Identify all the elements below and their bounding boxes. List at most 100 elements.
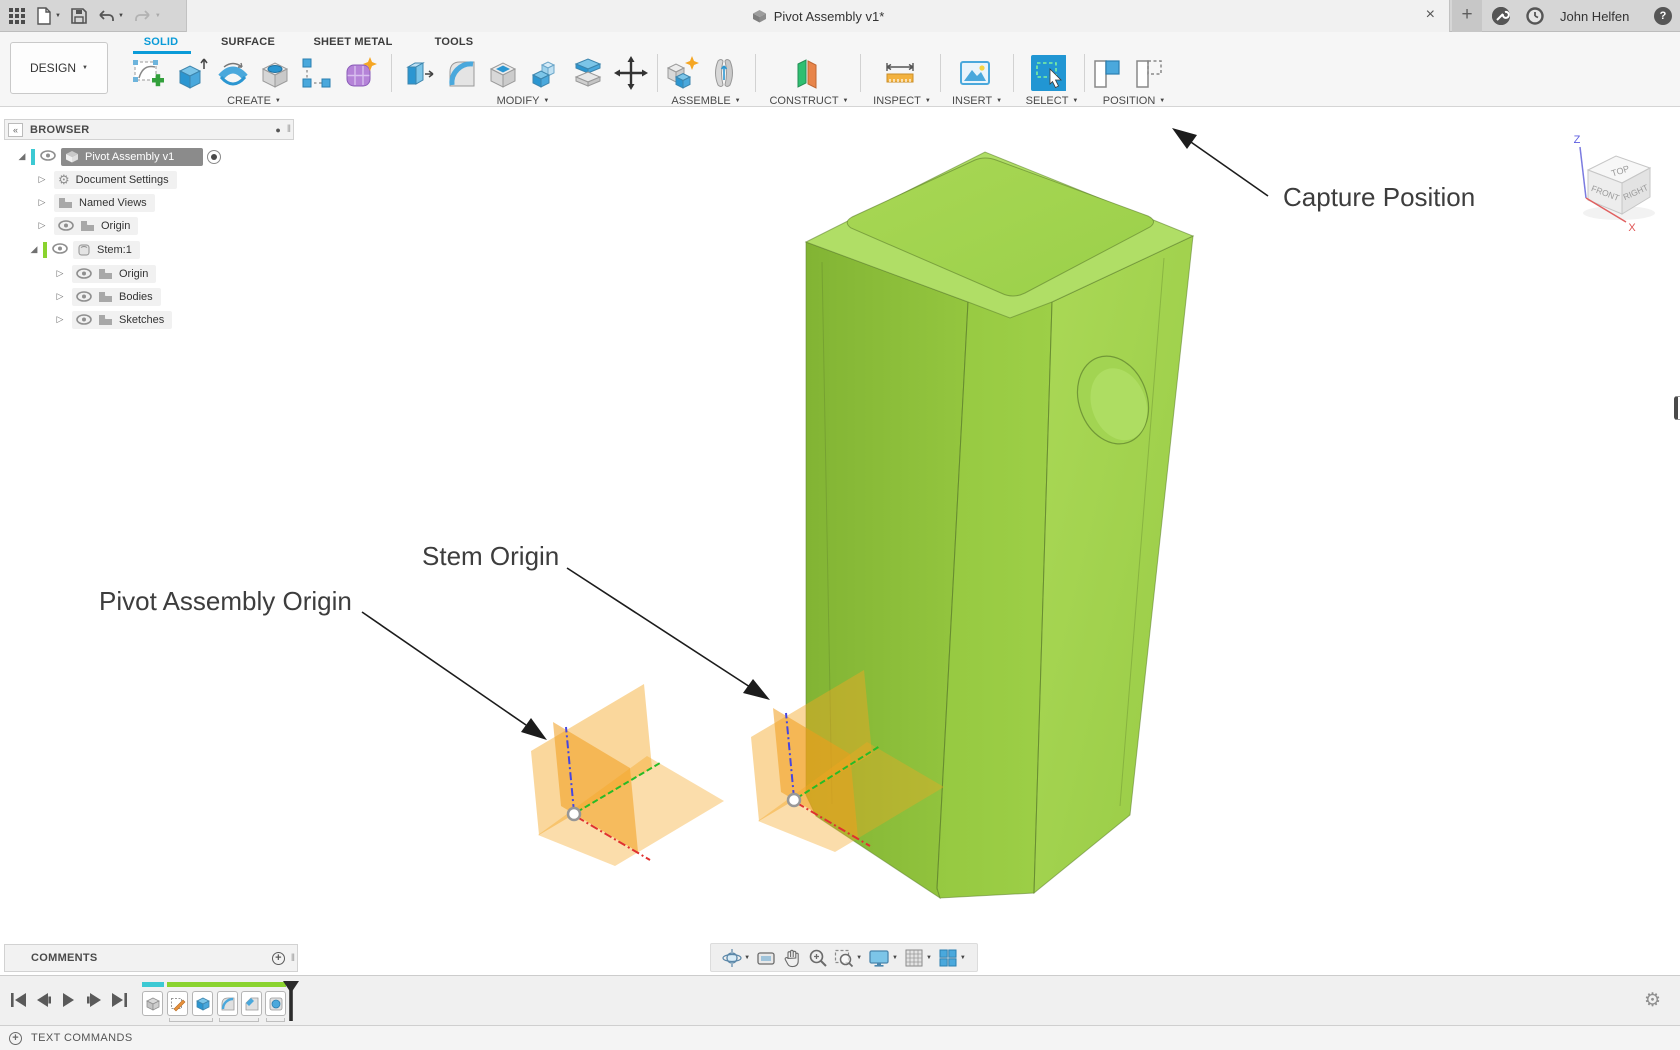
go-to-start-button[interactable] [10, 992, 28, 1008]
timeline-item-extrude[interactable] [192, 991, 213, 1016]
new-component-icon[interactable] [664, 55, 700, 91]
help-icon[interactable]: ? [1654, 7, 1672, 25]
step-back-button[interactable] [35, 992, 53, 1008]
look-at-tool[interactable] [756, 948, 776, 968]
browser-row-sketches[interactable]: ▷ Sketches [54, 310, 172, 329]
new-tab-button[interactable]: + [1452, 0, 1482, 32]
joint-icon[interactable] [706, 55, 742, 91]
insert-image-icon[interactable] [957, 55, 993, 91]
browser-row-stem[interactable]: ◢ Stem:1 [28, 240, 140, 259]
move-icon[interactable] [613, 55, 649, 91]
grid-layout-tool[interactable]: ▼ [904, 948, 932, 968]
expander-closed-icon[interactable]: ▷ [36, 174, 48, 185]
go-to-end-button[interactable] [110, 992, 128, 1008]
redo-button[interactable]: ▼ [134, 9, 161, 23]
construct-plane-icon[interactable] [789, 55, 825, 91]
extrude-icon[interactable] [173, 55, 209, 91]
group-select[interactable]: SELECT ▼ [1026, 95, 1079, 107]
activate-component-radio[interactable] [207, 150, 221, 164]
document-tab[interactable]: Pivot Assembly v1* × [186, 0, 1450, 32]
root-component-chip[interactable]: Pivot Assembly v1 [61, 148, 203, 166]
expander-closed-icon[interactable]: ▷ [54, 291, 66, 302]
split-body-icon[interactable] [570, 55, 606, 91]
timeline-playhead[interactable] [281, 980, 301, 1022]
browser-row-document-settings[interactable]: ▷ ⚙ Document Settings [36, 170, 177, 189]
hole-icon[interactable] [257, 55, 293, 91]
expander-closed-icon[interactable]: ▷ [36, 197, 48, 208]
panel-handle-icon[interactable]: ‖ [291, 953, 295, 964]
notifications-clock-icon[interactable] [1526, 7, 1544, 25]
browser-panel-header[interactable]: « BROWSER ● ‖ [4, 119, 294, 140]
browser-row-stem-origin[interactable]: ▷ Origin [54, 264, 156, 283]
shell-icon[interactable] [485, 55, 521, 91]
expander-closed-icon[interactable]: ▷ [54, 268, 66, 279]
group-insert[interactable]: INSERT ▼ [952, 95, 1002, 107]
select-icon[interactable] [1030, 55, 1066, 91]
group-construct[interactable]: CONSTRUCT ▼ [769, 95, 848, 107]
viewport-canvas[interactable]: TOP FRONT RIGHT Z X [0, 0, 1680, 1050]
tab-surface[interactable]: SURFACE [221, 36, 275, 48]
create-form-icon[interactable] [342, 55, 378, 91]
comments-panel-header[interactable]: COMMENTS + ‖ [4, 944, 298, 972]
group-create[interactable]: CREATE ▼ [227, 95, 281, 107]
revert-position-icon[interactable] [1132, 55, 1168, 91]
file-menu[interactable]: ▼ [36, 7, 61, 25]
pattern-icon[interactable] [299, 55, 335, 91]
visibility-eye-icon[interactable] [76, 291, 92, 302]
expander-open-icon[interactable]: ◢ [16, 151, 28, 162]
timeline-settings-gear-icon[interactable]: ⚙ [1644, 989, 1661, 1012]
user-name[interactable]: John Helfen [1560, 9, 1629, 24]
view-cube[interactable]: TOP FRONT RIGHT Z X [1574, 134, 1655, 234]
panel-dot-icon[interactable]: ● [275, 125, 280, 135]
tab-tools[interactable]: TOOLS [435, 36, 474, 48]
timeline-item-component[interactable] [142, 991, 163, 1016]
browser-row-root[interactable]: ◢ Pivot Assembly v1 [16, 147, 221, 166]
origin-point[interactable] [568, 808, 580, 820]
play-button[interactable] [60, 992, 78, 1008]
expand-text-commands-icon[interactable]: + [9, 1032, 22, 1045]
tab-sheet-metal[interactable]: SHEET METAL [314, 36, 393, 48]
save-icon[interactable] [71, 8, 87, 24]
timeline-item-sketch[interactable] [167, 991, 188, 1016]
browser-row-origin[interactable]: ▷ Origin [36, 216, 138, 235]
visibility-eye-icon[interactable] [76, 268, 92, 279]
timeline-item-chamfer[interactable] [241, 991, 262, 1016]
fillet-icon[interactable] [443, 55, 479, 91]
visibility-eye-icon[interactable] [76, 314, 92, 325]
display-settings-tool[interactable]: ▼ [868, 948, 898, 968]
design-workspace-menu[interactable]: DESIGN ▼ [10, 42, 108, 94]
undo-button[interactable]: ▼ [97, 9, 124, 23]
expander-closed-icon[interactable]: ▷ [36, 220, 48, 231]
viewports-tool[interactable]: ▼ [938, 948, 966, 968]
revolve-icon[interactable] [215, 55, 251, 91]
orbit-tool[interactable]: ▼ [722, 948, 750, 968]
collapse-browser-icon[interactable]: « [8, 123, 23, 137]
zoom-tool[interactable] [808, 948, 828, 968]
add-comment-icon[interactable]: + [272, 952, 285, 965]
combine-icon[interactable] [527, 55, 563, 91]
measure-icon[interactable] [882, 55, 918, 91]
expander-closed-icon[interactable]: ▷ [54, 314, 66, 325]
group-position[interactable]: POSITION ▼ [1103, 95, 1166, 107]
visibility-eye-icon[interactable] [58, 220, 74, 231]
text-commands-label[interactable]: TEXT COMMANDS [31, 1032, 133, 1044]
job-status-icon[interactable] [1492, 7, 1510, 25]
close-tab-icon[interactable]: × [1426, 7, 1435, 23]
expander-open-icon[interactable]: ◢ [28, 244, 40, 255]
visibility-eye-icon[interactable] [40, 148, 56, 166]
browser-row-named-views[interactable]: ▷ Named Views [36, 193, 155, 212]
timeline-item-fillet[interactable] [217, 991, 238, 1016]
press-pull-icon[interactable] [401, 55, 437, 91]
browser-row-bodies[interactable]: ▷ Bodies [54, 287, 161, 306]
app-grid-icon[interactable] [8, 7, 26, 25]
visibility-eye-icon[interactable] [52, 241, 68, 259]
group-inspect[interactable]: INSPECT ▼ [873, 95, 931, 107]
origin-point[interactable] [788, 794, 800, 806]
panel-handle-icon[interactable]: ‖ [287, 124, 291, 135]
zoom-window-tool[interactable]: ▼ [834, 948, 862, 968]
group-modify[interactable]: MODIFY ▼ [497, 95, 550, 107]
group-assemble[interactable]: ASSEMBLE ▼ [671, 95, 740, 107]
capture-position-icon[interactable] [1090, 55, 1126, 91]
pan-t ool[interactable] [782, 948, 802, 968]
pivot-assembly-origin-triad[interactable] [531, 684, 724, 866]
